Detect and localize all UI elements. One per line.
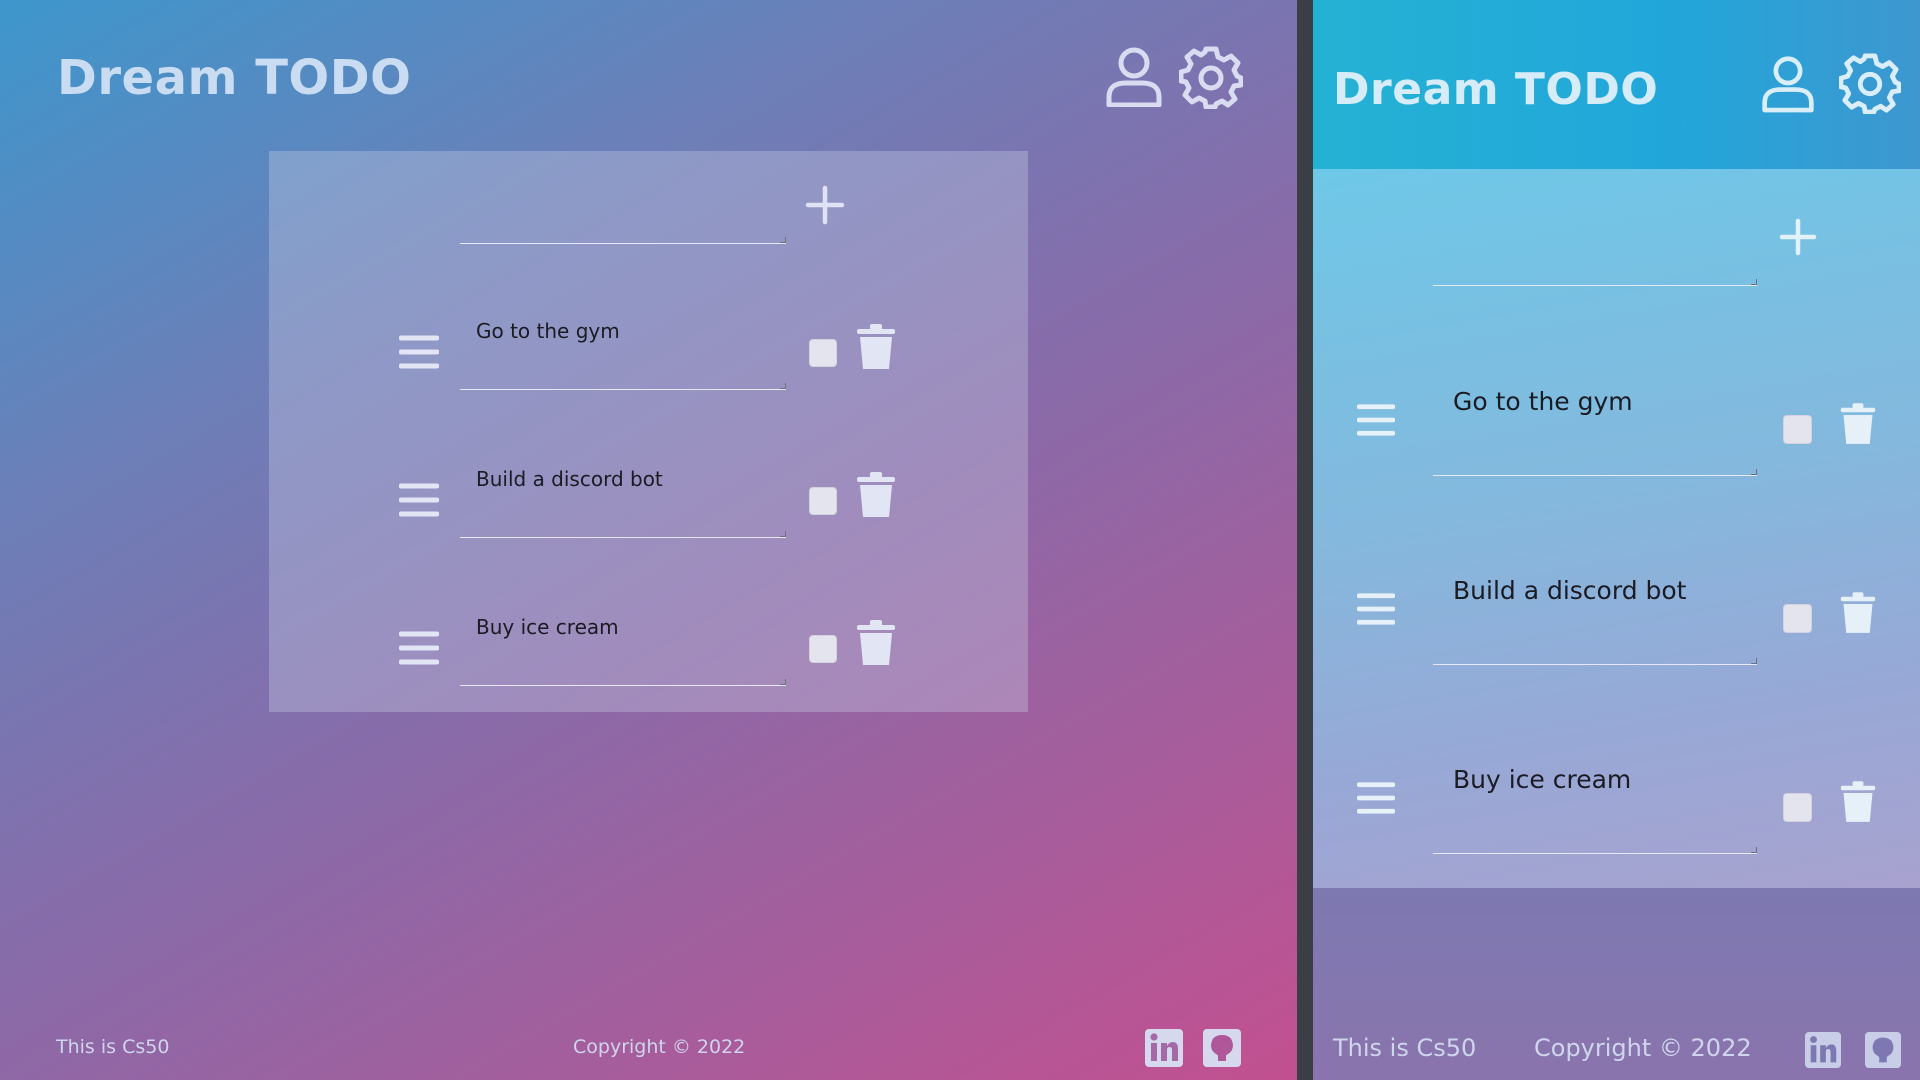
drag-handle-icon[interactable] (1357, 403, 1395, 437)
brand-title: Dream TODO (57, 50, 412, 106)
task-complete-checkbox[interactable] (809, 339, 837, 367)
linkedin-icon[interactable] (1805, 1032, 1841, 1068)
task-complete-checkbox[interactable] (809, 487, 837, 515)
trash-icon[interactable] (855, 323, 897, 371)
desktop-view: Dream TODO Go to the gym Build a discord… (0, 0, 1297, 1080)
footer-left-text: This is Cs50 (56, 1036, 170, 1058)
resize-grip[interactable] (780, 679, 786, 685)
task-text-field[interactable]: Build a discord bot (460, 447, 786, 538)
task-complete-checkbox[interactable] (809, 635, 837, 663)
task-text-field[interactable]: Go to the gym (460, 299, 786, 390)
footer-copyright: Copyright © 2022 (573, 1036, 746, 1058)
task-text-field[interactable]: Buy ice cream (460, 595, 786, 686)
list-item: Buy ice cream (269, 595, 1028, 695)
list-item: Go to the gym (1313, 363, 1920, 479)
list-item: Go to the gym (269, 299, 1028, 399)
trash-icon[interactable] (1839, 779, 1877, 825)
footer-copyright: Copyright © 2022 (1534, 1034, 1752, 1062)
github-icon[interactable] (1865, 1032, 1901, 1068)
drag-handle-icon[interactable] (399, 335, 439, 369)
footer-left-text: This is Cs50 (1333, 1034, 1477, 1062)
resize-grip[interactable] (1751, 279, 1757, 285)
task-text: Go to the gym (476, 319, 620, 343)
task-text: Buy ice cream (476, 615, 619, 639)
trash-icon[interactable] (1839, 590, 1877, 636)
drag-handle-icon[interactable] (399, 483, 439, 517)
task-complete-checkbox[interactable] (1783, 604, 1812, 633)
task-text: Build a discord bot (1453, 576, 1687, 605)
mobile-view: Dream TODO Go to the gym Build a discord… (1313, 0, 1920, 1080)
trash-icon[interactable] (1839, 401, 1877, 447)
trash-icon[interactable] (855, 619, 897, 667)
new-task-input[interactable] (1433, 229, 1757, 286)
brand-title: Dream TODO (1333, 64, 1659, 115)
resize-grip[interactable] (1751, 847, 1757, 853)
plus-icon[interactable] (805, 185, 845, 225)
user-icon[interactable] (1104, 45, 1164, 107)
list-item: Buy ice cream (1313, 741, 1920, 857)
new-task-input[interactable] (460, 194, 786, 244)
task-complete-checkbox[interactable] (1783, 415, 1812, 444)
plus-icon[interactable] (1778, 217, 1818, 257)
gear-icon[interactable] (1179, 45, 1243, 109)
linkedin-icon[interactable] (1145, 1029, 1183, 1067)
resize-grip[interactable] (780, 531, 786, 537)
gear-icon[interactable] (1839, 52, 1901, 114)
view-divider (1297, 0, 1313, 1080)
todo-card: Go to the gym Build a discord bot Buy ic… (1313, 169, 1920, 888)
resize-grip[interactable] (1751, 469, 1757, 475)
resize-grip[interactable] (780, 383, 786, 389)
todo-card: Go to the gym Build a discord bot Buy ic… (269, 151, 1028, 712)
list-item: Build a discord bot (269, 447, 1028, 547)
task-text: Build a discord bot (476, 467, 663, 491)
github-icon[interactable] (1203, 1029, 1241, 1067)
mobile-header: Dream TODO (1313, 0, 1920, 169)
task-text: Buy ice cream (1453, 765, 1632, 794)
drag-handle-icon[interactable] (399, 631, 439, 665)
task-text: Go to the gym (1453, 387, 1633, 416)
resize-grip[interactable] (1751, 658, 1757, 664)
list-item: Build a discord bot (1313, 552, 1920, 668)
task-complete-checkbox[interactable] (1783, 793, 1812, 822)
user-icon[interactable] (1760, 52, 1816, 114)
drag-handle-icon[interactable] (1357, 592, 1395, 626)
task-text-field[interactable]: Build a discord bot (1433, 552, 1757, 665)
trash-icon[interactable] (855, 471, 897, 519)
drag-handle-icon[interactable] (1357, 781, 1395, 815)
task-text-field[interactable]: Go to the gym (1433, 363, 1757, 476)
task-text-field[interactable]: Buy ice cream (1433, 741, 1757, 854)
resize-grip[interactable] (780, 237, 786, 243)
